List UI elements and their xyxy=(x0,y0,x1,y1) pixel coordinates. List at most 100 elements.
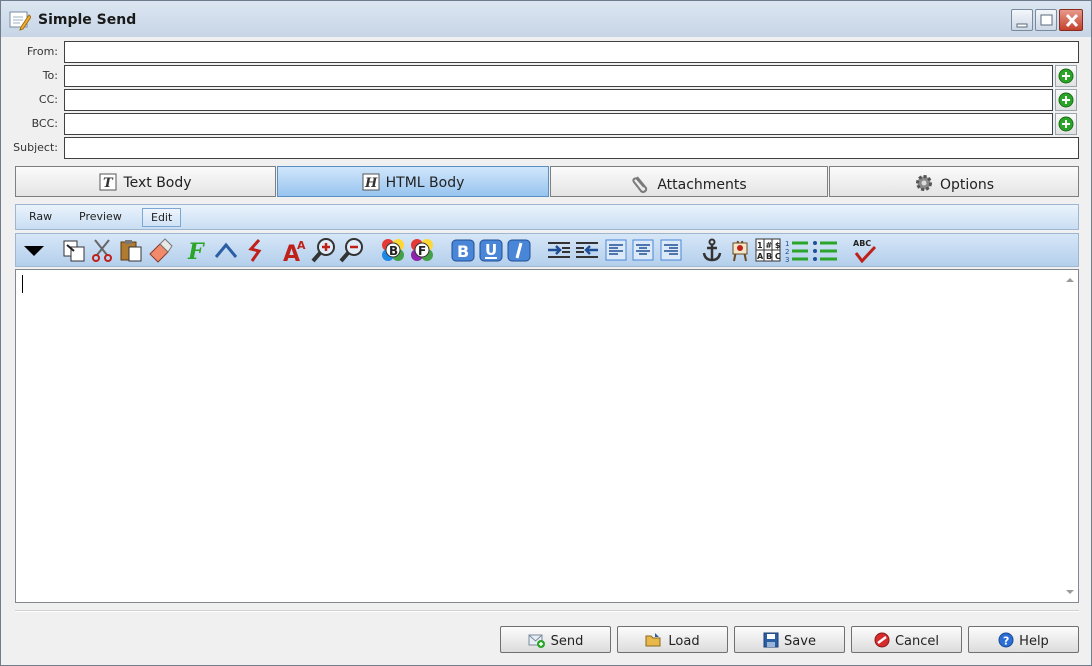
gear-icon xyxy=(915,175,932,191)
vertical-scrollbar[interactable] xyxy=(1061,270,1078,602)
html-editor[interactable] xyxy=(15,269,1079,603)
tab-label: Options xyxy=(939,177,995,193)
zoom-out-button[interactable] xyxy=(339,237,365,263)
svg-text:1: 1 xyxy=(785,240,789,248)
background-color-button[interactable]: B xyxy=(380,237,406,263)
add-to-button[interactable] xyxy=(1055,65,1077,87)
subtab-edit[interactable]: Edit xyxy=(142,208,182,227)
spellcheck-icon: ABC xyxy=(853,239,877,263)
load-button[interactable]: Load xyxy=(617,626,728,653)
bullet-list-button[interactable] xyxy=(812,237,838,263)
zoom-in-icon xyxy=(311,238,335,263)
italic-icon xyxy=(507,239,531,262)
subtab-preview[interactable]: Preview xyxy=(71,208,130,227)
outdent-icon xyxy=(576,242,598,258)
help-button[interactable]: ? Help xyxy=(968,626,1079,653)
scroll-up-arrow-icon[interactable] xyxy=(1066,278,1074,282)
help-icon: ? xyxy=(998,632,1014,648)
tab-options[interactable]: Options xyxy=(829,166,1079,197)
close-icon xyxy=(1065,13,1079,28)
toolbar-dropdown-button[interactable] xyxy=(21,237,47,263)
outdent-button[interactable] xyxy=(574,237,600,263)
align-left-button[interactable] xyxy=(603,237,629,263)
paste-button[interactable] xyxy=(118,237,144,263)
send-button[interactable]: Send xyxy=(500,626,611,653)
svg-text:A: A xyxy=(297,239,306,252)
foreground-color-button[interactable]: F xyxy=(409,237,435,263)
add-bcc-button[interactable] xyxy=(1055,113,1077,135)
spellcheck-button[interactable]: ABC xyxy=(852,237,878,263)
svg-text:T: T xyxy=(103,176,114,191)
svg-text:F: F xyxy=(418,244,426,258)
superscript-icon xyxy=(214,242,238,258)
indent-button[interactable] xyxy=(546,237,572,263)
formatting-toolbar: F AA B F B U 1 # $ A B C 1 2 3 ABC xyxy=(15,233,1079,267)
copy-button[interactable] xyxy=(61,237,87,263)
font-size-button[interactable]: AA xyxy=(282,237,308,263)
add-cc-button[interactable] xyxy=(1055,89,1077,111)
bold-button[interactable]: B xyxy=(450,237,476,263)
cancel-label: Cancel xyxy=(894,634,940,649)
send-icon xyxy=(528,634,545,648)
text-body-icon: T xyxy=(99,173,117,191)
zoom-in-button[interactable] xyxy=(311,237,337,263)
bullet-list-icon xyxy=(813,241,837,261)
subtab-raw[interactable]: Raw xyxy=(21,208,60,227)
superscript-button[interactable] xyxy=(214,237,240,263)
close-button[interactable] xyxy=(1059,9,1083,31)
cc-field[interactable] xyxy=(64,89,1053,111)
anchor-button[interactable] xyxy=(699,237,725,263)
tab-text-body[interactable]: T Text Body xyxy=(15,166,276,197)
paste-icon xyxy=(120,240,142,262)
tab-html-body[interactable]: H HTML Body xyxy=(277,166,549,197)
text-caret xyxy=(22,275,23,293)
help-label: Help xyxy=(1019,634,1049,649)
eraser-button[interactable] xyxy=(147,237,173,263)
tab-attachments[interactable]: Attachments xyxy=(550,166,828,197)
dropdown-arrow-icon xyxy=(24,246,44,256)
minimize-button[interactable] xyxy=(1011,9,1033,31)
svg-text:1 # $: 1 # $ xyxy=(757,241,781,250)
svg-text:U: U xyxy=(485,241,497,259)
subscript-icon xyxy=(248,239,262,262)
load-label: Load xyxy=(668,634,700,649)
scroll-down-arrow-icon[interactable] xyxy=(1066,590,1074,594)
open-folder-icon xyxy=(645,633,661,647)
subject-field[interactable] xyxy=(64,137,1079,159)
tab-label: HTML Body xyxy=(385,175,465,191)
table-button[interactable]: 1 # $ A B C xyxy=(755,237,781,263)
maximize-button[interactable] xyxy=(1035,9,1057,31)
save-button[interactable]: Save xyxy=(734,626,845,653)
svg-text:?: ? xyxy=(1003,635,1009,648)
svg-text:ABC: ABC xyxy=(853,239,871,248)
cancel-button[interactable]: Cancel xyxy=(851,626,962,653)
subject-label: Subject: xyxy=(13,141,58,154)
align-right-button[interactable] xyxy=(658,237,684,263)
maximize-icon xyxy=(1040,14,1053,26)
align-center-icon xyxy=(632,239,654,261)
from-field[interactable] xyxy=(64,41,1079,63)
underline-button[interactable]: U xyxy=(478,237,504,263)
eraser-icon xyxy=(149,238,173,263)
italic-button[interactable] xyxy=(506,237,532,263)
underline-icon: U xyxy=(479,239,503,262)
editor-mode-bar: Raw Preview Edit xyxy=(15,204,1079,230)
foreground-color-icon: F xyxy=(411,239,433,261)
bcc-label: BCC: xyxy=(31,117,58,130)
cancel-icon xyxy=(874,632,890,648)
separator xyxy=(15,610,1079,612)
numbered-list-icon: 123 xyxy=(785,240,808,263)
align-center-button[interactable] xyxy=(630,237,656,263)
table-icon: 1 # $ A B C xyxy=(755,238,781,262)
simple-send-window: Simple Send From: To: CC: BCC: Subject: … xyxy=(0,0,1092,666)
cut-button[interactable] xyxy=(89,237,115,263)
bcc-field[interactable] xyxy=(64,113,1053,135)
bold-icon: B xyxy=(451,239,475,262)
to-field[interactable] xyxy=(64,65,1053,87)
background-color-icon: B xyxy=(382,239,404,261)
save-label: Save xyxy=(784,634,816,649)
image-button[interactable] xyxy=(727,237,753,263)
font-button[interactable]: F xyxy=(186,237,212,263)
subscript-button[interactable] xyxy=(243,237,269,263)
numbered-list-button[interactable]: 123 xyxy=(784,237,810,263)
